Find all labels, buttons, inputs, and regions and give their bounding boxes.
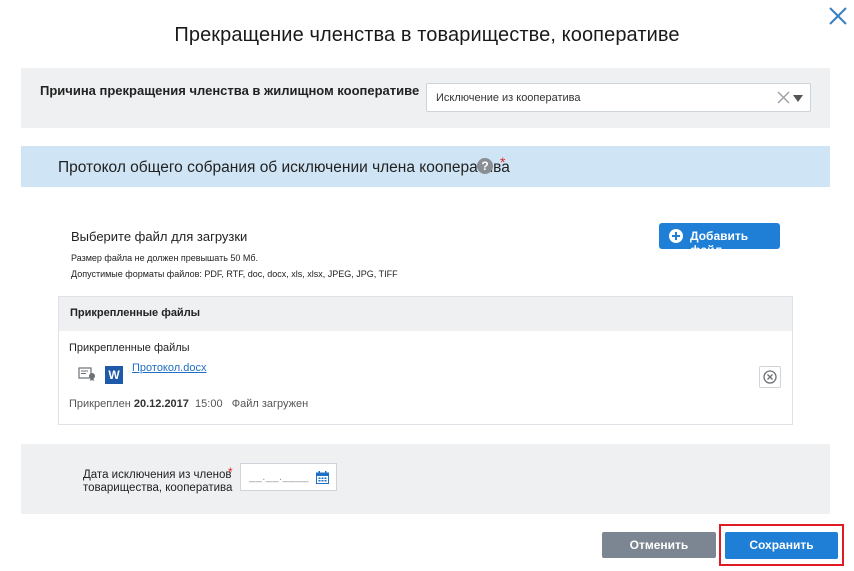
word-document-icon: W — [105, 366, 123, 384]
reason-label: Причина прекращения членства в жилищном … — [40, 83, 420, 98]
file-status: Файл загружен — [231, 398, 309, 410]
protocol-section-header: Протокол общего собрания об исключении ч… — [21, 146, 830, 187]
signature-certificate-icon[interactable] — [78, 367, 96, 381]
exclusion-date-label: Дата исключения из членов товарищества, … — [83, 469, 233, 494]
attached-files-header-label: Прикрепленные файлы — [70, 307, 201, 319]
cancel-button[interactable]: Отменить — [602, 532, 716, 558]
file-meta: Прикреплен 20.12.2017 15:00 Файл загруже… — [69, 398, 308, 410]
add-file-label: Добавить файл — [690, 229, 749, 257]
upload-label: Выберите файл для загрузки — [71, 229, 248, 244]
chevron-down-icon[interactable] — [793, 95, 803, 102]
reason-select[interactable]: Исключение из кооператива — [426, 83, 811, 112]
clear-selection-icon[interactable] — [777, 91, 790, 104]
calendar-icon[interactable] — [316, 471, 329, 484]
protocol-title: Протокол общего собрания об исключении ч… — [58, 159, 510, 176]
date-panel: Дата исключения из членов товарищества, … — [21, 444, 830, 514]
required-marker: * — [228, 465, 233, 479]
add-file-button[interactable]: Добавить файл — [659, 223, 780, 257]
reason-select-value: Исключение из кооператива — [436, 92, 581, 104]
upload-size-note: Размер файла не должен превышать 50 Мб. — [71, 253, 259, 263]
remove-circle-icon — [763, 370, 777, 384]
attached-prefix: Прикреплен — [69, 398, 131, 410]
required-marker: * — [500, 154, 506, 170]
dialog-title: Прекращение членства в товариществе, коо… — [174, 24, 680, 46]
attached-time: 15:00 — [195, 398, 223, 410]
save-button[interactable]: Сохранить — [725, 532, 838, 559]
attached-files-subheader: Прикрепленные файлы — [69, 342, 190, 354]
attached-files-box: Прикрепленные файлы Прикрепленные файлы … — [58, 296, 793, 425]
date-placeholder: __.__.____ — [249, 471, 310, 483]
exclusion-date-input[interactable]: __.__.____ — [240, 463, 337, 491]
attached-date: 20.12.2017 — [133, 398, 189, 410]
file-link[interactable]: Протокол.docx — [132, 362, 206, 374]
plus-circle-icon — [669, 229, 683, 243]
upload-formats-note: Допустимые форматы файлов: PDF, RTF, doc… — [71, 269, 398, 279]
help-icon[interactable]: ? — [477, 158, 493, 174]
attached-files-header: Прикрепленные файлы — [59, 297, 792, 331]
reason-panel: Причина прекращения членства в жилищном … — [21, 68, 830, 128]
remove-file-button[interactable] — [759, 366, 781, 388]
